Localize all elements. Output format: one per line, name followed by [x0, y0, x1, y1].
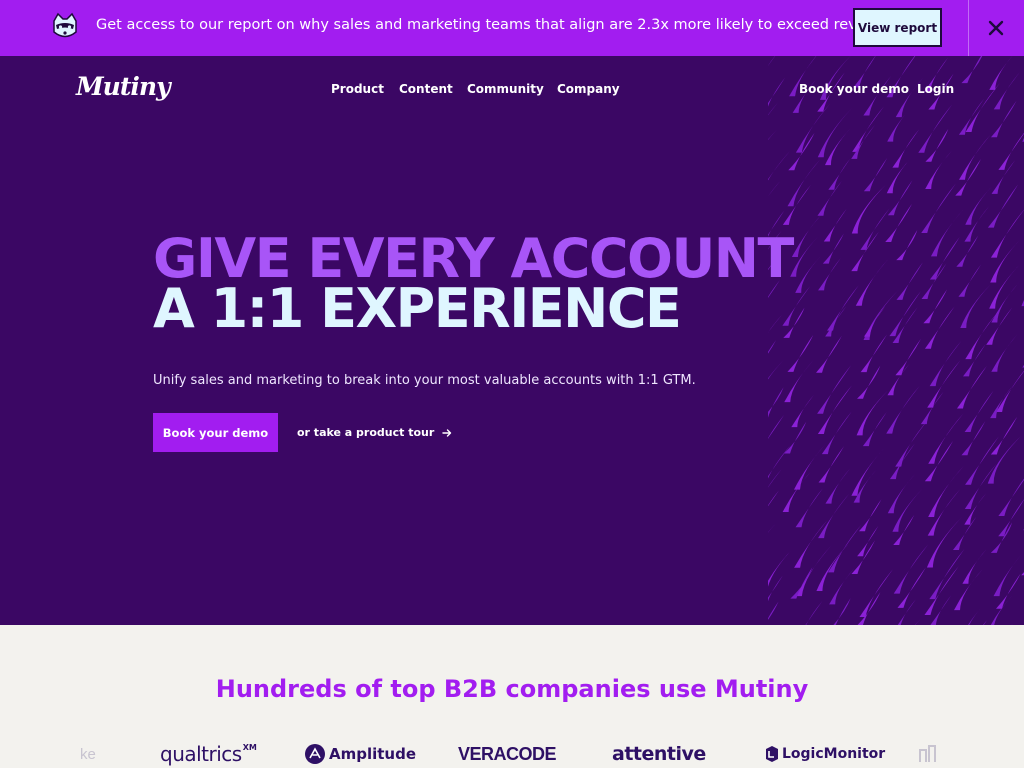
book-demo-button[interactable]: Book your demo	[153, 413, 278, 452]
nav-product[interactable]: Product	[331, 82, 384, 96]
hero-headline: GIVE EVERY ACCOUNT A 1:1 EXPERIENCE	[153, 232, 794, 340]
nav-community[interactable]: Community	[467, 82, 544, 96]
nav-login[interactable]: Login	[917, 82, 954, 96]
logicmonitor-icon	[766, 746, 778, 762]
view-report-button[interactable]: View report	[853, 8, 942, 47]
customer-logos-section: Hundreds of top B2B companies use Mutiny…	[0, 625, 1024, 768]
veracode-text: VERACODE	[458, 743, 557, 764]
amplitude-text: Amplitude	[329, 745, 417, 763]
hero-subheadline: Unify sales and marketing to break into …	[153, 373, 696, 388]
announcement-divider	[968, 0, 969, 56]
announcement-bar: Get access to our report on why sales an…	[0, 0, 1024, 56]
nav-book-demo[interactable]: Book your demo	[799, 82, 909, 96]
close-icon	[988, 20, 1004, 36]
decorative-feather-pattern	[748, 56, 1024, 625]
product-tour-label: or take a product tour	[297, 426, 435, 439]
logicmonitor-logo: LogicMonitor	[765, 739, 885, 768]
partial-brand-icon	[918, 739, 938, 768]
qualtrics-text: qualtrics	[160, 742, 242, 766]
qualtrics-logo: qualtrics XM	[160, 739, 257, 768]
raccoon-mascot-icon	[50, 12, 80, 42]
close-announcement-button[interactable]	[982, 14, 1010, 42]
veracode-logo: VERACODE	[458, 739, 557, 768]
partial-brand-text: ke	[80, 745, 96, 763]
nav-company[interactable]: Company	[557, 82, 620, 96]
product-tour-link[interactable]: or take a product tour	[297, 426, 452, 439]
amplitude-logo: Amplitude	[305, 739, 416, 768]
logicmonitor-text: LogicMonitor	[782, 746, 886, 762]
hero-section: Mutiny Product Content Community Company…	[0, 56, 1024, 625]
partial-logo-icon	[919, 745, 936, 762]
attentive-text: attentive	[612, 743, 706, 765]
nav-content[interactable]: Content	[399, 82, 453, 96]
qualtrics-xm-text: XM	[242, 743, 257, 752]
mutiny-logo[interactable]: Mutiny	[76, 72, 171, 101]
amplitude-icon	[305, 744, 325, 764]
partial-brand-logo: ke	[80, 739, 96, 768]
logos-section-title: Hundreds of top B2B companies use Mutiny	[215, 675, 809, 703]
attentive-logo: attentive	[612, 739, 706, 768]
arrow-right-icon	[442, 428, 452, 437]
announcement-text: Get access to our report on why sales an…	[96, 17, 898, 33]
headline-line-2: A 1:1 EXPERIENCE	[153, 277, 682, 340]
